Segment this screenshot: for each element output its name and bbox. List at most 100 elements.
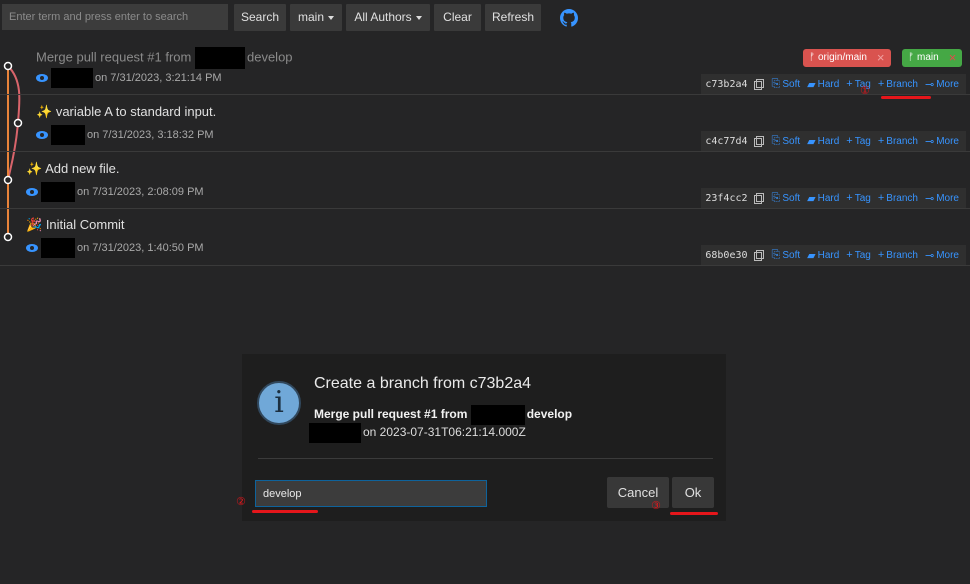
add-branch-label: Branch: [886, 192, 918, 204]
reset-icon: ⎘: [771, 134, 781, 147]
commit-hash[interactable]: 23f4cc2: [705, 193, 747, 204]
commit-hash[interactable]: c4c77d4: [705, 136, 747, 147]
plus-icon: +: [846, 192, 853, 204]
commit-hash[interactable]: 68b0e30: [705, 250, 747, 261]
info-icon: i: [257, 381, 301, 425]
commit-message-text: Add new file.: [45, 161, 120, 176]
clear-button[interactable]: Clear: [434, 4, 481, 31]
plus-icon: +: [846, 249, 853, 261]
authors-dropdown[interactable]: All Authors: [346, 4, 430, 31]
hard-reset-label: Hard: [817, 78, 840, 90]
ok-button[interactable]: Ok: [672, 477, 714, 508]
eye-icon[interactable]: [36, 131, 48, 139]
reset-icon: ⎘: [771, 191, 781, 204]
plus-icon: +: [877, 135, 885, 147]
soft-reset-button[interactable]: ⎘ Soft: [772, 135, 801, 148]
github-icon[interactable]: [560, 9, 578, 27]
annotation-number-2: ②: [236, 496, 246, 508]
annotation-underline: [670, 512, 718, 515]
commit-row[interactable]: 🎉 Initial Commit on 7/31/2023, 1:40:50 P…: [0, 209, 970, 266]
annotation-underline: [252, 510, 318, 513]
hard-reset-button[interactable]: ▰ Hard: [807, 78, 839, 91]
add-branch-button[interactable]: + Branch: [878, 249, 918, 261]
commit-message: Merge pull request #1 from develop: [36, 47, 293, 69]
commit-actions: 68b0e30 ⎘ Soft ▰ Hard + Tag + Branch ⊸ More: [701, 245, 966, 265]
add-branch-button[interactable]: + Branch: [878, 135, 918, 147]
more-label: More: [936, 78, 959, 90]
copy-icon[interactable]: [753, 78, 764, 90]
search-input[interactable]: [2, 4, 228, 30]
eye-icon[interactable]: [36, 74, 48, 82]
folder-icon: ▰: [807, 192, 816, 205]
more-button[interactable]: ⊸ More: [925, 135, 959, 148]
ref-badge-origin-main[interactable]: ᚠ origin/main ×: [803, 49, 891, 67]
plus-icon: +: [877, 249, 885, 261]
copy-icon[interactable]: [753, 192, 764, 204]
commit-message-text: Initial Commit: [45, 217, 125, 232]
add-branch-label: Branch: [886, 135, 918, 147]
commit-icon: ⊸: [924, 135, 935, 148]
soft-reset-label: Soft: [782, 135, 801, 147]
eye-icon[interactable]: [26, 244, 38, 252]
ref-badge-main[interactable]: ᚠ main ×: [902, 49, 963, 67]
commit-author-line: on 7/31/2023, 3:18:32 PM: [36, 125, 214, 145]
close-icon[interactable]: ×: [949, 49, 957, 67]
eye-icon[interactable]: [26, 188, 38, 196]
copy-icon[interactable]: [753, 249, 764, 261]
search-button-label: Search: [240, 10, 280, 24]
commit-row[interactable]: ✨ variable A to standard input. on 7/31/…: [0, 95, 970, 152]
commit-actions: 23f4cc2 ⎘ Soft ▰ Hard + Tag + Branch ⊸ More: [701, 188, 966, 208]
add-tag-button[interactable]: + Tag: [846, 135, 871, 147]
soft-reset-button[interactable]: ⎘ Soft: [772, 78, 801, 91]
hard-reset-button[interactable]: ▰ Hard: [807, 135, 839, 148]
commit-actions: c4c77d4 ⎘ Soft ▰ Hard + Tag + Branch ⊸ More: [701, 131, 966, 151]
sparkles-icon: ✨: [26, 161, 43, 176]
refresh-button[interactable]: Refresh: [485, 4, 541, 31]
branch-dropdown[interactable]: main: [290, 4, 342, 31]
add-tag-button[interactable]: + Tag: [846, 249, 871, 261]
hard-reset-button[interactable]: ▰ Hard: [807, 249, 839, 262]
commit-date: on 7/31/2023, 3:21:14 PM: [95, 71, 222, 84]
more-button[interactable]: ⊸ More: [925, 78, 959, 91]
hard-reset-label: Hard: [817, 135, 840, 147]
add-tag-button[interactable]: + Tag: [846, 192, 871, 204]
annotation-underline: [881, 96, 931, 99]
branch-name-input[interactable]: [255, 480, 487, 507]
branch-icon: ᚠ: [809, 52, 815, 63]
soft-reset-button[interactable]: ⎘ Soft: [772, 192, 801, 205]
add-tag-label: Tag: [854, 249, 871, 261]
add-branch-button[interactable]: + Branch: [878, 192, 918, 204]
search-button[interactable]: Search: [234, 4, 286, 31]
branch-icon: ᚠ: [908, 52, 914, 63]
folder-icon: ▰: [807, 135, 816, 148]
soft-reset-button[interactable]: ⎘ Soft: [772, 249, 801, 262]
commit-author-line: on 7/31/2023, 3:21:14 PM: [36, 68, 222, 88]
commit-message: 🎉 Initial Commit: [26, 217, 125, 233]
dialog-title: Create a branch from c73b2a4: [314, 375, 532, 392]
ok-button-label: Ok: [684, 485, 702, 500]
annotation-number-1: ①: [860, 85, 870, 97]
commit-message: ✨ variable A to standard input.: [36, 104, 216, 120]
commit-actions: c73b2a4 ⎘ Soft ▰ Hard + Tag + Branch ⊸ More: [701, 74, 966, 94]
commit-row[interactable]: ✨ Add new file. on 7/31/2023, 2:08:09 PM…: [0, 152, 970, 209]
more-button[interactable]: ⊸ More: [925, 192, 959, 205]
hard-reset-label: Hard: [817, 192, 840, 204]
plus-icon: +: [877, 192, 885, 204]
copy-icon[interactable]: [753, 135, 764, 147]
commit-hash[interactable]: c73b2a4: [705, 79, 747, 90]
add-branch-button[interactable]: + Branch: [878, 78, 918, 90]
authors-dropdown-label: All Authors: [354, 10, 412, 24]
soft-reset-label: Soft: [782, 192, 801, 204]
chevron-down-icon: [328, 15, 334, 20]
commit-date: on 7/31/2023, 2:08:09 PM: [77, 185, 204, 198]
plus-icon: +: [846, 78, 853, 90]
commit-icon: ⊸: [924, 78, 935, 91]
hard-reset-button[interactable]: ▰ Hard: [807, 192, 839, 205]
commit-message-suffix: develop: [246, 49, 293, 65]
close-icon[interactable]: ×: [877, 49, 885, 67]
more-button[interactable]: ⊸ More: [925, 249, 959, 262]
dialog-divider: [258, 458, 713, 459]
redacted-block: [51, 125, 85, 145]
cancel-button-label: Cancel: [617, 485, 659, 500]
hard-reset-label: Hard: [817, 249, 840, 261]
